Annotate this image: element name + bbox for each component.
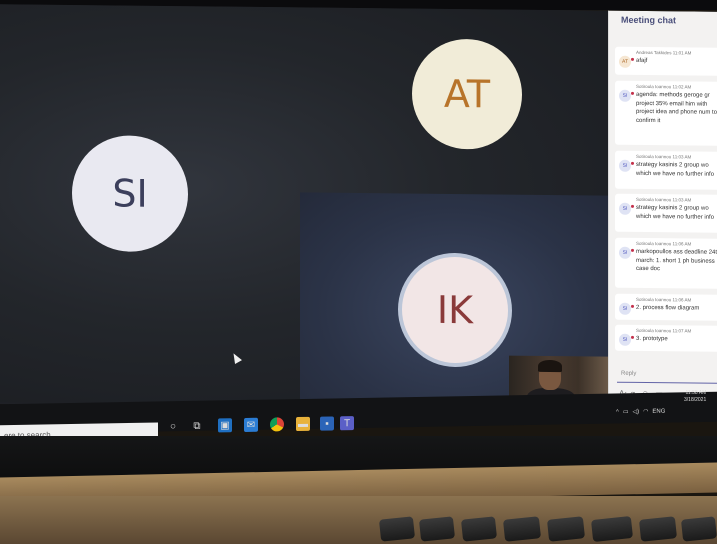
chat-message[interactable]: AT Andreas Takkides 11:01 AM afajf [615,46,717,76]
chat-title: Meeting chat [621,14,677,26]
message-header: Sotiroula Ioannou 11:03 AM [636,154,691,160]
message-text: strategy kasinis 2 group wo which we hav… [636,161,715,178]
chat-message[interactable]: SI Sotiroula Ioannou 11:06 AM 2. process… [615,293,717,321]
teams-icon[interactable]: T [340,416,354,431]
chat-message[interactable]: SI Sotiroula Ioannou 11:06 AM markopoull… [615,237,717,289]
chat-message[interactable]: SI Sotiroula Ioannou 11:07 AM 3. prototy… [615,324,717,352]
reply-input[interactable]: Reply [617,366,717,384]
chrome-icon[interactable] [270,417,284,432]
message-time: 11:01 AM [672,50,692,56]
message-time: 11:06 AM [672,297,692,303]
keyboard-key [418,516,456,542]
sender-avatar: SI [619,302,631,315]
message-text: agenda: methods geroge gr project 35% em… [636,91,717,124]
clock-date: 3/18/2021 [684,397,707,403]
sender-avatar: AT [619,55,631,68]
keyboard-key [680,516,717,542]
keyboard-key [638,516,678,542]
sender-name: Sotiroula Ioannou [636,240,672,247]
unread-dot-icon [631,57,634,61]
unread-dot-icon [631,204,634,208]
message-time: 11:03 AM [672,154,692,160]
unread-dot-icon [631,248,634,252]
message-header: Sotiroula Ioannou 11:06 AM [636,297,691,303]
unread-dot-icon [631,91,634,95]
unread-dot-icon [631,335,634,339]
message-header: Sotiroula Ioannou 11:03 AM [636,197,691,203]
sender-name: Sotiroula Ioannou [636,83,672,90]
sender-avatar: SI [619,202,631,215]
message-time: 11:02 AM [672,84,692,90]
battery-icon[interactable]: ▭ [623,408,629,415]
taskbar-app-icon[interactable]: ▪ [320,416,334,431]
input-language[interactable]: ENG [652,408,665,414]
cortana-icon[interactable]: ○ [166,419,180,433]
participant-avatar-ik[interactable]: IK [402,256,508,364]
keyboard-key [502,516,542,542]
sender-name: Sotiroula Ioannou [636,196,672,203]
file-explorer-icon[interactable]: ▬ [296,416,310,432]
message-text: afajf [636,57,648,65]
keyboard-key [546,516,586,542]
chat-message[interactable]: SI Sotiroula Ioannou 11:03 AM strategy k… [615,150,717,190]
system-tray: ^ ▭ ◁) ◠ ENG [616,408,665,416]
meeting-chat-panel: Meeting chat AT Andreas Takkides 11:01 A… [608,10,717,410]
message-time: 11:07 AM [672,328,692,334]
unread-dot-icon [631,161,634,165]
store-icon[interactable]: ▣ [218,418,232,433]
message-text: markopoullos ass deadline 24t march: 1. … [636,248,717,273]
self-video-hair [538,359,562,373]
volume-icon[interactable]: ◁) [633,408,640,415]
unread-dot-icon [631,304,634,308]
sender-name: Sotiroula Ioannou [636,327,672,334]
sender-name: Sotiroula Ioannou [636,296,672,303]
chat-message[interactable]: SI Sotiroula Ioannou 11:02 AM agenda: me… [615,80,717,146]
laptop-screen: SI AT IK Meeting chat AT Andreas Takkide… [0,4,717,412]
sender-avatar: SI [619,89,631,102]
meeting-stage: SI AT IK [0,4,608,411]
sender-avatar: SI [619,333,631,346]
message-time: 11:06 AM [672,241,692,247]
chat-message[interactable]: SI Sotiroula Ioannou 11:03 AM strategy k… [615,193,717,233]
message-header: Sotiroula Ioannou 11:06 AM [636,241,691,247]
sender-avatar: SI [619,159,631,172]
message-time: 11:03 AM [672,197,692,203]
message-header: Andreas Takkides 11:01 AM [636,50,691,56]
mouse-cursor-icon [230,351,242,365]
message-text: strategy kasinis 2 group wo which we hav… [636,204,715,221]
message-text: 2. process flow diagram [636,304,700,312]
message-header: Sotiroula Ioannou 11:02 AM [636,84,691,90]
keyboard-key [590,515,634,543]
avatar-initials: IK [436,287,474,333]
participant-avatar-si[interactable]: SI [72,134,188,253]
message-header: Sotiroula Ioannou 11:07 AM [636,328,691,334]
message-text: 3. prototype [636,335,668,343]
keyboard-key [378,516,416,542]
avatar-initials: AT [443,71,491,117]
chevron-up-icon[interactable]: ^ [616,409,619,415]
taskbar-clock[interactable]: 11:58 AM 3/18/2021 [684,390,706,404]
wifi-icon[interactable]: ◠ [643,408,648,415]
sender-name: Andreas Takkides [636,49,672,56]
task-view-icon[interactable]: ⧉ [190,419,204,433]
sender-avatar: SI [619,246,631,259]
mail-icon[interactable]: ✉ [244,417,258,432]
sender-name: Sotiroula Ioannou [636,153,672,160]
avatar-initials: SI [112,171,148,216]
clock-time: 11:58 AM [685,390,707,396]
participant-avatar-at[interactable]: AT [412,38,522,150]
keyboard-key [460,516,498,542]
